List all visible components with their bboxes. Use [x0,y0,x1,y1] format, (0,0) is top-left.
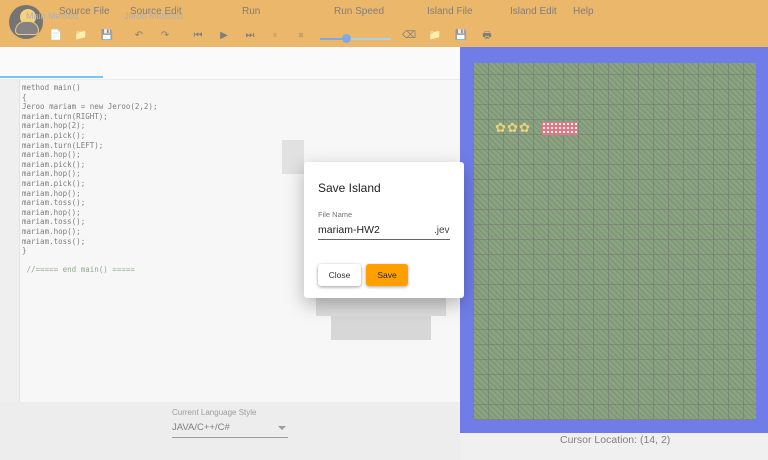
close-button[interactable]: Close [318,264,361,286]
file-name-label: File Name [318,210,353,219]
dialog-title: Save Island [318,181,381,195]
drag-shadow [282,140,304,174]
file-name-input[interactable] [318,222,428,238]
drag-shadow [331,316,431,340]
drag-shadow [316,296,446,316]
file-extension: .jev [434,225,450,236]
save-button[interactable]: Save [366,264,408,286]
file-name-underline [318,239,450,240]
